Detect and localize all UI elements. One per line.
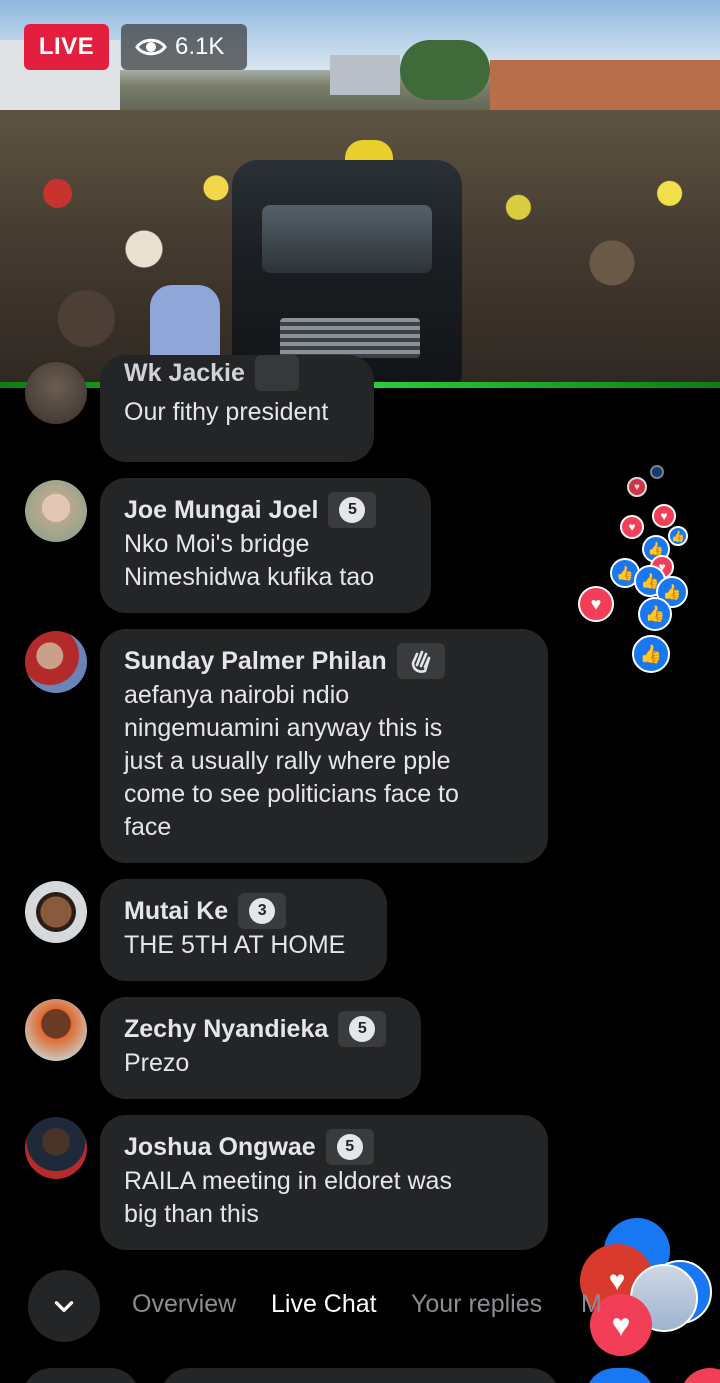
live-tabs: Overview Live Chat Your replies M	[0, 1268, 720, 1350]
floating-reactions: ♥ ♥ ♥ 👍 👍 ♥ 👍 👍 👍 ♥ 👍 👍	[570, 460, 710, 690]
heart-button[interactable]	[680, 1368, 720, 1383]
comment-text: aefanya nairobi ndio	[124, 681, 350, 709]
comment-bubble: Sunday Palmer Philan aefanya nairobi ndi…	[100, 629, 548, 863]
video-building	[330, 55, 400, 95]
avatar[interactable]	[25, 1117, 87, 1179]
video-tree	[400, 40, 490, 100]
heart-icon: ♥	[578, 586, 614, 622]
comment-author[interactable]: Joshua Ongwae	[124, 1133, 316, 1162]
comment-bubble: Wk Jackie Our fithy president	[100, 355, 374, 462]
wave-icon	[411, 650, 430, 673]
like-icon: 👍	[632, 635, 670, 673]
wave-badge	[396, 643, 445, 679]
comment-text: THE 5TH AT HOME	[124, 931, 346, 959]
comment-text: RAILA meeting in eldoret was	[124, 1167, 452, 1195]
tab-your-replies[interactable]: Your replies	[411, 1290, 542, 1319]
viewer-count-text: 6.1K	[175, 33, 225, 60]
tab-live-chat[interactable]: Live Chat	[271, 1290, 377, 1319]
heart-icon: ♥	[627, 477, 647, 497]
avatar[interactable]	[25, 881, 87, 943]
comment-author[interactable]: Mutai Ke	[124, 897, 228, 926]
fan-badge	[254, 355, 299, 391]
eye-icon	[135, 38, 167, 56]
comment-author[interactable]: Zechy Nyandieka	[124, 1015, 328, 1044]
comment-bubble: Joe Mungai Joel 5 Nko Moi's bridge Nimes…	[100, 478, 431, 613]
comment-author[interactable]: Sunday Palmer Philan	[124, 647, 387, 676]
video-windshield	[262, 205, 432, 273]
comment-author[interactable]: Joe Mungai Joel	[124, 496, 318, 525]
fan-badge-level: 5	[336, 1134, 363, 1160]
fan-badge-level: 5	[339, 497, 366, 523]
comment-text: big than this	[124, 1200, 259, 1228]
heart-icon: ♥	[652, 504, 676, 528]
comment-input[interactable]	[160, 1368, 560, 1383]
like-icon: 👍	[638, 597, 672, 631]
comment-text: Our fithy president	[124, 398, 329, 426]
fan-badge: 5	[325, 1129, 374, 1165]
like-icon: 👍	[668, 526, 688, 546]
heart-icon: ♥	[620, 515, 644, 539]
like-button[interactable]	[585, 1368, 655, 1383]
avatar[interactable]	[25, 362, 87, 424]
collapse-button[interactable]	[28, 1270, 100, 1342]
bottom-control[interactable]	[22, 1368, 140, 1383]
comment-text: come to see politicians face to	[124, 780, 459, 808]
avatar[interactable]	[25, 631, 87, 693]
chevron-down-icon	[54, 1301, 74, 1312]
fan-badge: 3	[238, 893, 287, 929]
fan-badge-level: 3	[249, 898, 276, 924]
tab-overview[interactable]: Overview	[132, 1290, 236, 1319]
comment-text: face	[124, 813, 172, 841]
like-icon	[650, 465, 664, 479]
fan-badge-level: 5	[349, 1016, 376, 1042]
viewer-count: 6.1K	[121, 24, 247, 70]
avatar[interactable]	[25, 999, 87, 1061]
video-grille	[280, 318, 420, 358]
comment-bubble: Zechy Nyandieka 5 Prezo	[100, 997, 421, 1099]
comment-text: just a usually rally where pple	[124, 747, 451, 775]
comment-bubble: Joshua Ongwae 5 RAILA meeting in eldoret…	[100, 1115, 548, 1250]
comment-text: Nimeshidwa kufika tao	[124, 563, 375, 591]
comment-text: Nko Moi's bridge	[124, 530, 310, 558]
comment-text: ningemuamini anyway this is	[124, 714, 443, 742]
comment-text: Prezo	[124, 1049, 190, 1077]
comment-author[interactable]: Wk Jackie	[124, 359, 245, 388]
fan-badge: 5	[328, 492, 377, 528]
comment-bubble: Mutai Ke 3 THE 5TH AT HOME	[100, 879, 387, 981]
fan-badge: 5	[338, 1011, 387, 1047]
avatar[interactable]	[25, 480, 87, 542]
tab-more[interactable]: M	[581, 1290, 602, 1319]
live-badge: LIVE	[24, 24, 109, 70]
